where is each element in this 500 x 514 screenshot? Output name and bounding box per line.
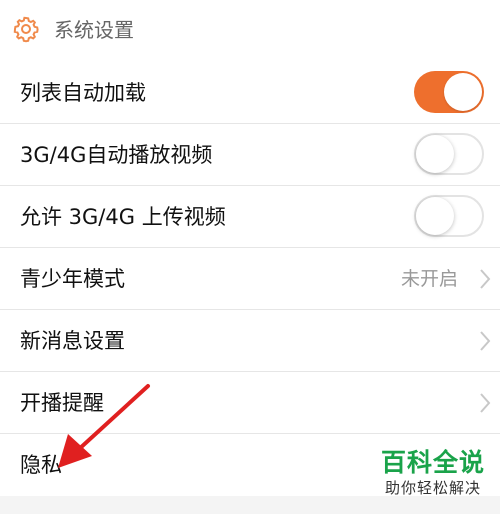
row-label: 青少年模式 (20, 267, 125, 291)
row-label: 3G/4G自动播放视频 (20, 143, 213, 167)
toggle-knob (416, 197, 454, 235)
watermark-logo: 百科全说 助你轻松解决 (370, 448, 496, 498)
row-message-settings[interactable]: 新消息设置 (0, 310, 500, 372)
upload-toggle[interactable] (414, 195, 484, 237)
row-autoplay-video[interactable]: 3G/4G自动播放视频 (0, 124, 500, 186)
teen-mode-status: 未开启 (400, 268, 458, 290)
row-label: 允许 3G/4G 上传视频 (20, 205, 226, 229)
chevron-right-icon (480, 269, 491, 289)
row-label: 列表自动加载 (20, 81, 146, 105)
autoplay-toggle[interactable] (414, 133, 484, 175)
watermark-title: 百科全说 (380, 448, 485, 477)
watermark-subtitle: 助你轻松解决 (384, 479, 481, 497)
toggle-knob (416, 135, 454, 173)
toggle-knob (444, 73, 482, 111)
settings-header: 系统设置 (0, 0, 500, 63)
gear-icon (13, 16, 39, 43)
row-list-autoload[interactable]: 列表自动加载 (0, 62, 500, 124)
row-teen-mode[interactable]: 青少年模式 未开启 (0, 248, 500, 310)
red-arrow-annotation (58, 384, 150, 468)
autoload-toggle[interactable] (414, 71, 484, 113)
row-label: 新消息设置 (20, 329, 125, 353)
row-upload-video[interactable]: 允许 3G/4G 上传视频 (0, 186, 500, 248)
bottom-strip (0, 496, 500, 514)
page-title: 系统设置 (54, 18, 134, 42)
chevron-right-icon (480, 331, 491, 351)
chevron-right-icon (480, 393, 491, 413)
